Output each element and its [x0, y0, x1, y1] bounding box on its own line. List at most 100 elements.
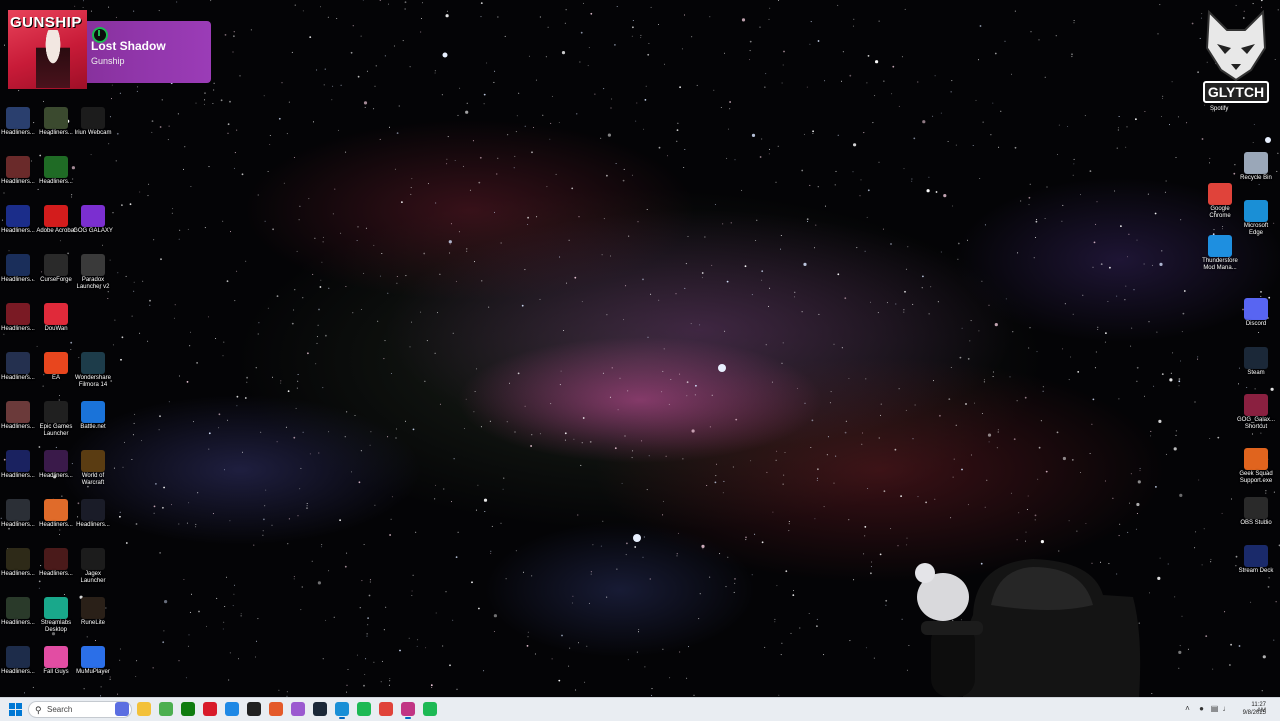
desktop-icon[interactable]: World of Warcraft	[75, 450, 111, 487]
desktop-icon-label: Headliners...	[1, 571, 35, 577]
taskbar-curseforge-icon[interactable]	[269, 702, 283, 716]
game-thumb-icon	[6, 499, 30, 521]
douwan-icon	[44, 303, 68, 325]
taskbar-obs-icon[interactable]	[247, 702, 261, 716]
desktop-icon[interactable]: Streamlabs Desktop	[38, 597, 74, 634]
taskbar-spotify-2-icon[interactable]	[423, 702, 437, 716]
desktop-icon[interactable]: Jagex Launcher	[75, 548, 111, 585]
curseforge-icon	[44, 254, 68, 276]
chevron-up-icon[interactable]: ˄	[1183, 704, 1192, 713]
desktop-icon[interactable]: Headliners...	[0, 548, 36, 578]
taskbar-photos-icon[interactable]	[401, 702, 415, 719]
clock-date[interactable]: 9/8/2025	[1243, 710, 1266, 716]
taskbar-edge-icon[interactable]	[335, 702, 349, 719]
desktop-icon-label: GOG GALAXY	[73, 228, 113, 234]
taskbar-chrome-icon[interactable]	[379, 702, 393, 716]
taskbar-spotify-icon[interactable]	[357, 702, 371, 716]
network-icon[interactable]: ▤	[1210, 704, 1219, 713]
desktop-icon[interactable]: CurseForge	[38, 254, 74, 284]
fox-head-icon	[1205, 9, 1267, 82]
desktop-icon[interactable]: Geek Squad Support.exe	[1238, 448, 1274, 485]
track-title: Lost Shadow	[91, 39, 166, 53]
desktop-icon-label: CurseForge	[40, 277, 72, 283]
desktop-icon[interactable]: Headliners...	[0, 646, 36, 676]
desktop-icon[interactable]: Headliners...	[75, 499, 111, 529]
desktop-icon[interactable]: GOG GALAXY	[73, 205, 113, 235]
taskbar: ⚲ ˄ ● ▤ ♩ 11:27 AM 9/8/2025	[0, 697, 1280, 721]
taskbar-file-explorer-icon[interactable]	[137, 702, 151, 716]
desktop-icon-label: World of Warcraft	[81, 473, 105, 486]
desktop-icon[interactable]: Headliners...	[0, 107, 36, 137]
search-input[interactable]	[47, 705, 107, 714]
desktop-icon[interactable]: Headliners...	[0, 450, 36, 480]
desktop-icon[interactable]: Headliners...	[0, 205, 36, 235]
desktop-icon[interactable]: Headliners...	[38, 499, 74, 529]
desktop-icon-label: Iriun Webcam	[74, 130, 112, 136]
desktop-icon[interactable]: Battle.net	[75, 401, 111, 431]
desktop-icon[interactable]: Adobe Acrobat	[36, 205, 76, 235]
desktop-icon[interactable]: Steam	[1238, 347, 1274, 377]
desktop-icon[interactable]: Wondershare Filmora 14	[75, 352, 111, 389]
desktop-icon[interactable]: Headliners...	[0, 303, 36, 333]
desktop-icon-label: Geek Squad Support.exe	[1239, 471, 1273, 484]
desktop-icon[interactable]: Recycle Bin	[1238, 152, 1274, 182]
desktop-icon[interactable]: Iriun Webcam	[75, 107, 111, 137]
microphone-icon[interactable]: ●	[1197, 704, 1206, 713]
desktop-icon-label: Headliners...	[39, 179, 73, 185]
desktop-icon[interactable]: Fall Guys	[38, 646, 74, 676]
now-playing-widget[interactable]: GUNSHIP Lost Shadow Gunship	[8, 10, 211, 89]
taskbar-xbox-icon[interactable]	[181, 702, 195, 716]
runelite-icon	[81, 597, 105, 619]
desktop-icon[interactable]: OBS Studio	[1238, 497, 1274, 527]
desktop-icon[interactable]: Microsoft Edge	[1238, 200, 1274, 237]
desktop-icon[interactable]: Thunderstore Mod Mana...	[1202, 235, 1238, 272]
taskbar-minecraft-icon[interactable]	[159, 702, 173, 716]
acrobat-icon	[44, 205, 68, 227]
game-thumb-icon	[6, 107, 30, 129]
desktop-icon[interactable]: EA	[38, 352, 74, 382]
taskbar-gog-icon[interactable]	[291, 702, 305, 716]
desktop-icon-label: EA	[51, 375, 60, 381]
desktop-icon[interactable]: Headliners...	[38, 107, 74, 137]
desktop-icon[interactable]: Discord	[1238, 298, 1274, 328]
desktop-icon-label: Headliners...	[1, 228, 35, 234]
epic-games-icon	[44, 401, 68, 423]
desktop-icon[interactable]: Epic Games Launcher	[38, 401, 74, 438]
desktop-icon[interactable]: Headliners...	[38, 156, 74, 186]
recycle-bin-icon	[1244, 152, 1268, 174]
desktop-icon[interactable]: Headliners...	[0, 499, 36, 529]
stream-deck-icon	[1244, 545, 1268, 567]
desktop-icon[interactable]: Headliners...	[0, 401, 36, 431]
desktop-icon[interactable]: DouWan	[38, 303, 74, 333]
taskbar-adobe-app-icon[interactable]	[203, 702, 217, 716]
game-thumb-icon	[6, 401, 30, 423]
desktop-icon[interactable]: Headliners...	[38, 548, 74, 578]
desktop-icon[interactable]: Paradox Launcher v2	[75, 254, 111, 291]
glytch-sub-label: Spotify	[1210, 106, 1229, 112]
desktop-icon[interactable]: Google Chrome	[1202, 183, 1238, 220]
battlenet-icon	[81, 401, 105, 423]
glytch-wordmark: GLYTCH	[1203, 81, 1269, 103]
volume-icon[interactable]: ♩	[1222, 704, 1231, 713]
windows-start-icon[interactable]	[9, 703, 22, 716]
taskbar-steam-icon[interactable]	[313, 702, 327, 716]
desktop-icon[interactable]: Headliners...	[38, 450, 74, 480]
desktop-icon[interactable]: Headliners...	[0, 597, 36, 627]
desktop-icon-label: Headliners...	[1, 669, 35, 675]
desktop-icon[interactable]: RuneLite	[75, 597, 111, 627]
ea-icon	[44, 352, 68, 374]
desktop-icon[interactable]: Headliners...	[0, 254, 36, 284]
taskbar-store-icon[interactable]	[225, 702, 239, 716]
desktop-icon-label: Headliners...	[1, 179, 35, 185]
desktop-icon[interactable]: Headliners...	[0, 352, 36, 382]
game-thumb-icon	[6, 597, 30, 619]
desktop-icon-label: RuneLite	[80, 620, 106, 626]
desktop-icon[interactable]: Headliners...	[0, 156, 36, 186]
wow-icon	[81, 450, 105, 472]
desktop-icon[interactable]: GOG_Galax... Shortcut	[1237, 394, 1275, 431]
desktop-icon[interactable]: Stream Deck	[1238, 545, 1274, 575]
desktop-icon-label: Microsoft Edge	[1243, 223, 1269, 236]
desktop-icon[interactable]: MuMuPlayer	[75, 646, 111, 676]
steam-icon	[1244, 347, 1268, 369]
taskbar-copilot-app-icon[interactable]	[115, 702, 129, 716]
